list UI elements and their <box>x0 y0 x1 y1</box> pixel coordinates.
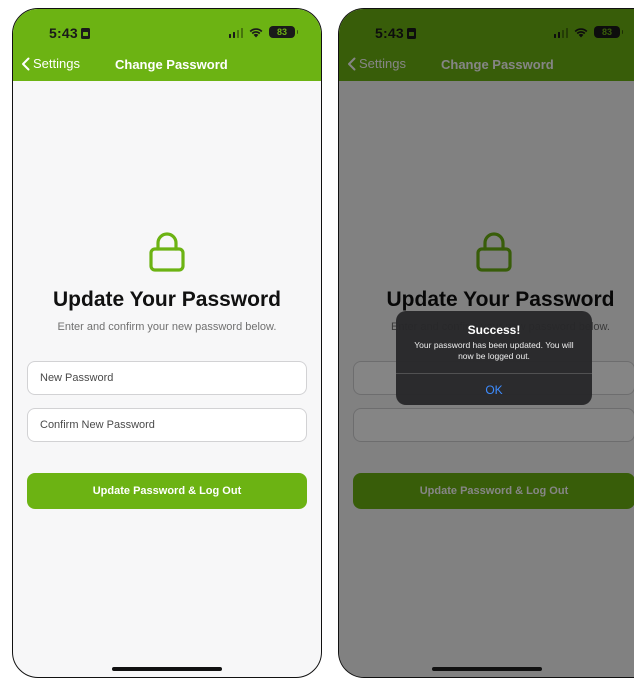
status-time-text: 5:43 <box>49 25 78 41</box>
phone-screen-form: 5:43 83 Settings Change Password Update … <box>12 8 322 678</box>
status-time: 5:43 <box>49 25 90 41</box>
status-bar: 5:43 83 <box>13 25 321 41</box>
confirm-password-field[interactable] <box>27 408 307 442</box>
calendar-icon <box>80 28 90 39</box>
alert-title: Success! <box>467 323 521 337</box>
alert-ok-button[interactable]: OK <box>396 374 592 405</box>
phone-screen-alert: 5:43 83 Settings Change Password Update … <box>338 8 634 678</box>
lock-icon <box>149 232 185 272</box>
app-header: 5:43 83 Settings Change Password <box>13 9 321 81</box>
chevron-left-icon <box>22 57 30 70</box>
alert-message: Your password has been updated. You will… <box>414 340 574 361</box>
update-password-button[interactable]: Update Password & Log Out <box>27 473 307 509</box>
status-icons: 83 <box>228 25 298 39</box>
back-button-label: Settings <box>33 56 80 71</box>
page-title: Update Your Password <box>53 288 281 311</box>
navigation-bar: Settings Change Password <box>13 56 321 76</box>
battery-icon: 83 <box>269 26 298 38</box>
success-alert-dialog: Success! Your password has been updated.… <box>396 311 592 405</box>
new-password-field[interactable] <box>27 361 307 395</box>
form-content: Update Your Password Enter and confirm y… <box>13 81 321 677</box>
page-subtitle: Enter and confirm your new password belo… <box>57 321 277 333</box>
home-indicator <box>112 667 222 671</box>
back-button[interactable]: Settings <box>21 56 80 71</box>
screenshot-pair: 5:43 83 Settings Change Password Update … <box>0 0 636 679</box>
wifi-icon <box>249 27 263 37</box>
home-indicator <box>431 667 542 671</box>
nav-title: Change Password <box>115 57 228 72</box>
cellular-signal-icon <box>228 27 243 38</box>
